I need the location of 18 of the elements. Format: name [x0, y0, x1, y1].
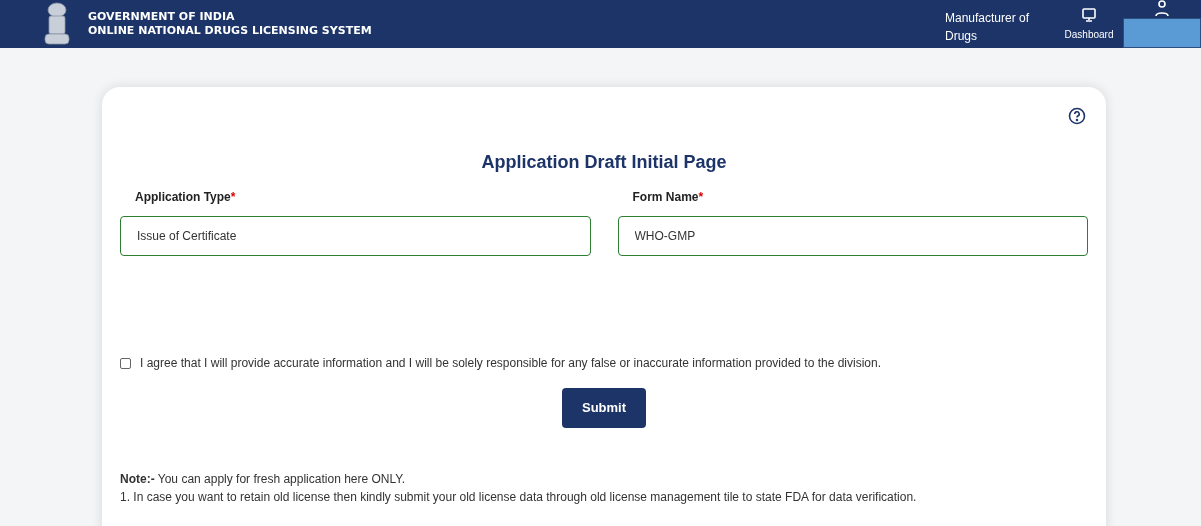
user-role: Manufacturer of Drugs — [945, 10, 1031, 45]
help-icon[interactable] — [1068, 107, 1086, 125]
agreement-checkbox[interactable] — [120, 357, 131, 369]
note-line: 1. In case you want to retain old license then kindly submit your old license data through old license management tile to state FDA for data verification. — [120, 489, 918, 506]
header-subtitle: ONLINE NATIONAL DRUGS LICENSING SYSTEM — [88, 24, 372, 38]
user-menu-button[interactable] — [1123, 18, 1201, 48]
agreement-text: I agree that I will provide accurate information and I will be solely responsible for any false or inaccurate information provided to the division. — [140, 355, 882, 372]
header-title: GOVERNMENT OF INDIA — [88, 10, 236, 24]
field-label: Application Type* — [135, 189, 237, 206]
select-field[interactable]: Issue of Certificate — [120, 216, 591, 256]
user-icon — [1155, 0, 1169, 18]
field-label: Form Name* — [632, 189, 705, 206]
note-text: Note:- You can apply for fresh application here ONLY. — [120, 471, 407, 488]
monitor-icon — [1081, 6, 1097, 23]
select-field[interactable]: WHO-GMP — [617, 216, 1088, 256]
dashboard-button[interactable]: Dashboard — [1059, 6, 1119, 42]
submit-button[interactable]: Submit — [562, 388, 646, 428]
page-title: Application Draft Initial Page — [481, 151, 727, 174]
